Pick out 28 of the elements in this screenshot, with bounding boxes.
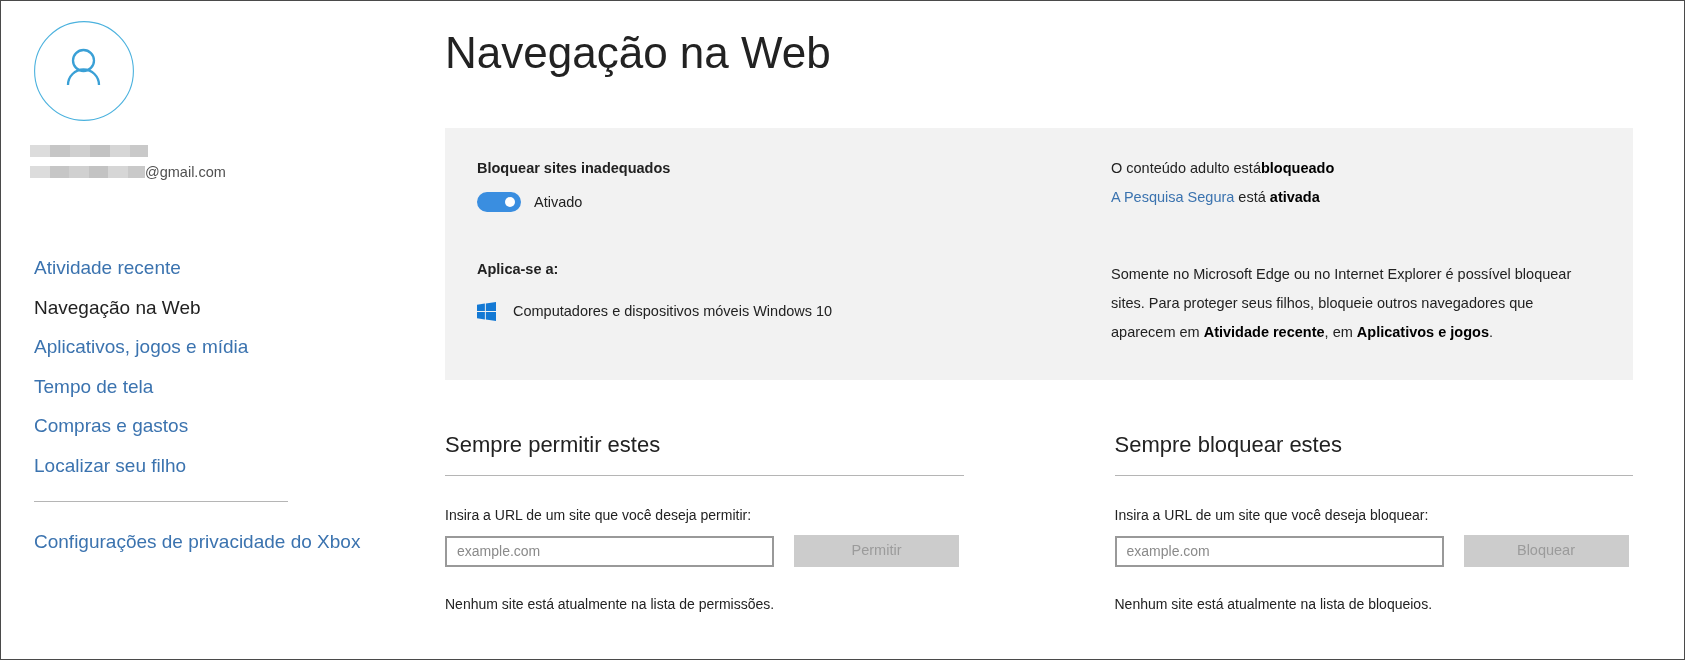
url-input[interactable]: example.com [1114, 535, 1444, 567]
section-heading: Sempre permitir estes [445, 432, 661, 458]
section-heading: Sempre bloquear estes [1114, 432, 1342, 458]
empty-list-message: Nenhum site está atualmente na lista de permissões. [445, 595, 775, 614]
content-status: O conteúdo adulto estábloqueado [1111, 159, 1335, 178]
applies-to-label: Aplica-se a: [477, 259, 559, 279]
sidebar-link[interactable]: Configurações de privacidade do Xbox [34, 529, 361, 554]
page-title: Navegação na Web [445, 27, 831, 79]
url-input[interactable]: example.com [445, 535, 774, 567]
toggle-label: Ativado [534, 193, 583, 212]
sidebar-link[interactable]: Tempo de tela [34, 374, 154, 399]
four-tiles-icon [477, 301, 496, 321]
empty-list-message: Nenhum site está atualmente na lista de bloqueios. [1114, 595, 1433, 614]
avatar-icon [34, 21, 134, 121]
sidebar-link[interactable]: Aplicativos, jogos e mídia [34, 335, 249, 359]
sidebar-link[interactable]: Navegação na Web [34, 295, 201, 320]
setting-label: Bloquear sites inadequados [477, 159, 671, 178]
email-text: @gmail.com [145, 163, 226, 182]
browser-note: Somente no Microsoft Edge ou no Internet Explorer é possível bloquear sites. Para proteger seus filhos, bloqueie outros navegadores que aparecem em Atividade recente, em Aplicativos e jogos. [1111, 264, 1573, 342]
device-label: Computadores e dispositivos móveis Windows 10 [513, 301, 833, 321]
toggle-switch[interactable] [477, 192, 521, 212]
url-prompt: Insira a URL de um site que você deseja bloquear: [1114, 506, 1429, 525]
sidebar-link[interactable]: Compras e gastos [34, 414, 189, 438]
url-prompt: Insira a URL de um site que você deseja permitir: [445, 506, 752, 525]
sidebar-link[interactable]: Localizar seu filho [34, 453, 187, 478]
safe-search-link[interactable]: A Pesquisa Segura [1111, 189, 1235, 205]
sidebar-link[interactable]: Atividade recente [34, 256, 181, 280]
safe-search-status: A Pesquisa Segura está ativada [1111, 188, 1320, 207]
